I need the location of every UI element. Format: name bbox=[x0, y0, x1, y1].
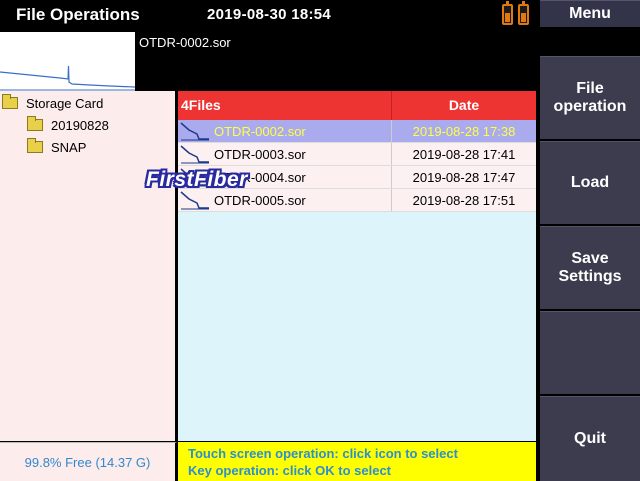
hint-key: Key operation: click OK to select bbox=[188, 463, 392, 478]
folder-icon bbox=[27, 116, 43, 131]
save-settings-button[interactable]: Save Settings bbox=[540, 226, 640, 309]
tree-item-20190828[interactable]: 20190828 bbox=[27, 115, 109, 135]
file-list: 4Files Date OTDR-0002.sor 2019-08-28 17:… bbox=[178, 91, 536, 441]
file-name: OTDR-0002.sor bbox=[214, 123, 306, 139]
title-bar: File Operations 2019-08-30 18:54 bbox=[0, 0, 536, 30]
brand-watermark: FirstFiber bbox=[146, 168, 248, 191]
file-list-header: 4Files Date bbox=[178, 91, 536, 120]
empty-menu-slot[interactable] bbox=[540, 311, 640, 394]
file-operation-button[interactable]: File operation bbox=[540, 56, 640, 139]
app-title: File Operations bbox=[16, 5, 140, 24]
file-name: OTDR-0003.sor bbox=[214, 146, 306, 162]
load-button[interactable]: Load bbox=[540, 141, 640, 224]
folder-tree: Storage Card 20190828 SNAP bbox=[0, 91, 177, 441]
battery-icon bbox=[502, 1, 513, 25]
hint-bar: Touch screen operation: click icon to se… bbox=[178, 442, 536, 481]
tree-item-storage-card[interactable]: Storage Card bbox=[2, 93, 103, 113]
file-row[interactable]: OTDR-0003.sor 2019-08-28 17:41 bbox=[178, 143, 536, 166]
file-row[interactable]: OTDR-0002.sor 2019-08-28 17:38 bbox=[178, 120, 536, 143]
save-settings-label: Save Settings bbox=[558, 250, 622, 285]
file-operation-label: File operation bbox=[553, 80, 627, 115]
tree-item-label: 20190828 bbox=[51, 117, 109, 133]
load-label: Load bbox=[570, 174, 610, 191]
otdr-trace-file-icon bbox=[180, 191, 209, 210]
tree-item-label: SNAP bbox=[51, 139, 87, 155]
menu-header: Menu bbox=[540, 0, 640, 27]
file-date: 2019-08-28 17:51 bbox=[412, 192, 516, 208]
free-space-indicator: 99.8% Free (14.37 G) bbox=[0, 442, 177, 481]
otdr-trace-file-icon bbox=[180, 145, 209, 164]
tree-item-label: Storage Card bbox=[26, 95, 104, 111]
battery-icon bbox=[518, 1, 529, 25]
hint-touch: Touch screen operation: click icon to se… bbox=[188, 446, 458, 461]
folder-icon bbox=[2, 94, 18, 109]
datetime-display: 2019-08-30 18:54 bbox=[207, 6, 332, 23]
trace-preview: OTDR-0002.sor bbox=[0, 30, 536, 91]
file-name: OTDR-0005.sor bbox=[214, 192, 306, 208]
folder-icon bbox=[27, 138, 43, 153]
preview-filename: OTDR-0002.sor bbox=[139, 35, 231, 50]
file-date: 2019-08-28 17:38 bbox=[412, 123, 516, 139]
trace-thumbnail[interactable] bbox=[0, 32, 136, 91]
otdr-trace-file-icon bbox=[180, 122, 209, 141]
side-menu: Menu File operation Load Save Settings Q… bbox=[540, 0, 640, 481]
file-date: 2019-08-28 17:41 bbox=[412, 146, 516, 162]
quit-button[interactable]: Quit bbox=[540, 396, 640, 481]
file-date: 2019-08-28 17:47 bbox=[412, 169, 516, 185]
quit-label: Quit bbox=[574, 430, 606, 447]
tree-item-snap[interactable]: SNAP bbox=[27, 137, 86, 157]
file-row[interactable]: OTDR-0005.sor 2019-08-28 17:51 bbox=[178, 189, 536, 212]
file-count-column-header[interactable]: 4Files bbox=[178, 91, 392, 120]
date-column-header[interactable]: Date bbox=[392, 91, 536, 120]
